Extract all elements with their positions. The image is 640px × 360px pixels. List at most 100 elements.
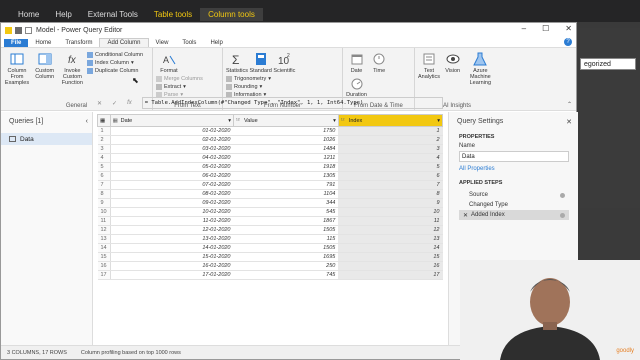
minimize-button[interactable]: –	[522, 24, 526, 33]
cell-value[interactable]: 1918	[233, 162, 339, 172]
rounding-button[interactable]: Rounding ▾	[226, 84, 271, 90]
cell-date[interactable]: 16-01-2020	[110, 261, 234, 271]
cell-index[interactable]: 9	[338, 198, 443, 208]
close-button[interactable]: ✕	[565, 24, 572, 33]
pbi-tab-column-tools[interactable]: Column tools	[200, 8, 263, 21]
cell-index[interactable]: 3	[338, 144, 443, 154]
cell-date[interactable]: 06-01-2020	[110, 171, 234, 181]
menu-tools[interactable]: Tools	[175, 39, 203, 47]
cell-date[interactable]: 02-01-2020	[110, 135, 234, 145]
pbi-tab-table-tools[interactable]: Table tools	[146, 8, 200, 21]
menu-help[interactable]: Help	[203, 39, 229, 47]
profiling-status[interactable]: Column profiling based on top 1000 rows	[81, 350, 181, 356]
cell-value[interactable]: 745	[233, 270, 339, 280]
summarization-dropdown[interactable]: egorized	[580, 58, 636, 70]
cell-date[interactable]: 09-01-2020	[110, 198, 234, 208]
maximize-button[interactable]: ☐	[542, 24, 549, 33]
conditional-column-button[interactable]: Conditional Column	[87, 52, 143, 58]
cancel-formula-icon[interactable]: ✕	[97, 100, 102, 107]
merge-columns-button[interactable]: Merge Columns	[156, 76, 203, 82]
time-button[interactable]: Time	[369, 52, 390, 74]
cell-date[interactable]: 07-01-2020	[110, 180, 234, 190]
collapse-queries-icon[interactable]: ‹	[86, 118, 88, 125]
trigonometry-button[interactable]: Trigonometry ▾	[226, 76, 271, 82]
select-all-corner[interactable]: ▦	[97, 114, 111, 127]
statistics-button[interactable]: Σ Statistics	[226, 52, 248, 74]
cell-value[interactable]: 1505	[233, 225, 339, 235]
gear-icon[interactable]	[560, 192, 565, 198]
duplicate-column-button[interactable]: Duplicate Column	[87, 68, 143, 74]
cell-value[interactable]: 1104	[233, 189, 339, 199]
cell-value[interactable]: 250	[233, 261, 339, 271]
custom-column-button[interactable]: Custom Column	[32, 52, 58, 80]
all-properties-link[interactable]: All Properties	[449, 162, 578, 172]
fx-icon[interactable]: fx	[127, 100, 132, 106]
table-row[interactable]: 14 14-01-2020 1505 14	[97, 243, 443, 253]
undo-icon[interactable]	[25, 26, 32, 34]
vision-button[interactable]: Vision	[442, 52, 464, 74]
cell-value[interactable]: 115	[233, 234, 339, 244]
save-icon[interactable]	[15, 26, 22, 34]
standard-button[interactable]: Standard	[250, 52, 272, 74]
help-question-icon[interactable]: ?	[564, 38, 572, 46]
cell-index[interactable]: 1	[338, 126, 443, 136]
cell-value[interactable]: 545	[233, 207, 339, 217]
cell-date[interactable]: 01-01-2020	[110, 126, 234, 136]
cell-value[interactable]: 791	[233, 180, 339, 190]
date-button[interactable]: Date	[346, 52, 367, 74]
cell-index[interactable]: 17	[338, 270, 443, 280]
cell-date[interactable]: 10-01-2020	[110, 207, 234, 217]
table-row[interactable]: 16 16-01-2020 250 16	[97, 261, 443, 271]
step-source[interactable]: Source	[459, 190, 569, 200]
invoke-custom-function-button[interactable]: fx Invoke Custom Function	[59, 52, 85, 86]
cell-date[interactable]: 11-01-2020	[110, 216, 234, 226]
cell-date[interactable]: 17-01-2020	[110, 270, 234, 280]
step-changed-type[interactable]: Changed Type	[459, 200, 569, 210]
delete-step-icon[interactable]: ✕	[463, 212, 468, 219]
table-row[interactable]: 5 05-01-2020 1918 5	[97, 162, 443, 172]
cell-index[interactable]: 12	[338, 225, 443, 235]
cell-date[interactable]: 05-01-2020	[110, 162, 234, 172]
cell-date[interactable]: 15-01-2020	[110, 252, 234, 262]
formula-input[interactable]: = Table.AddIndexColumn(#"Changed Type", …	[141, 97, 443, 109]
cell-index[interactable]: 16	[338, 261, 443, 271]
cell-date[interactable]: 08-01-2020	[110, 189, 234, 199]
collapse-ribbon-icon[interactable]: ⌃	[567, 101, 572, 108]
cell-date[interactable]: 03-01-2020	[110, 144, 234, 154]
table-row[interactable]: 11 11-01-2020 1867 11	[97, 216, 443, 226]
table-row[interactable]: 6 06-01-2020 1305 6	[97, 171, 443, 181]
pbi-tab-help[interactable]: Help	[47, 8, 79, 21]
query-item-data[interactable]: Data	[1, 133, 92, 145]
text-analytics-button[interactable]: Text Analytics	[418, 52, 440, 80]
cell-index[interactable]: 8	[338, 189, 443, 199]
column-from-examples-button[interactable]: Column From Examples	[4, 52, 30, 86]
cell-date[interactable]: 13-01-2020	[110, 234, 234, 244]
menu-transform[interactable]: Transform	[58, 39, 99, 47]
duration-button[interactable]: Duration	[346, 76, 367, 98]
table-row[interactable]: 9 09-01-2020 344 9	[97, 198, 443, 208]
gear-icon[interactable]	[560, 212, 565, 218]
close-settings-icon[interactable]: ✕	[566, 118, 572, 126]
table-row[interactable]: 10 10-01-2020 545 10	[97, 207, 443, 217]
column-header-value[interactable]: ¹² Value ▾	[233, 114, 339, 127]
cell-date[interactable]: 12-01-2020	[110, 225, 234, 235]
format-button[interactable]: A Format	[156, 52, 182, 74]
menu-view[interactable]: View	[149, 39, 176, 47]
cell-value[interactable]: 1211	[233, 153, 339, 163]
cell-index[interactable]: 14	[338, 243, 443, 253]
cell-value[interactable]: 1305	[233, 171, 339, 181]
menu-home[interactable]: Home	[28, 39, 58, 47]
cell-value[interactable]: 1695	[233, 252, 339, 262]
azure-ml-button[interactable]: Azure Machine Learning	[465, 52, 495, 86]
table-row[interactable]: 3 03-01-2020 1484 3	[97, 144, 443, 154]
table-row[interactable]: 13 13-01-2020 115 13	[97, 234, 443, 244]
cell-value[interactable]: 1505	[233, 243, 339, 253]
table-row[interactable]: 8 08-01-2020 1104 8	[97, 189, 443, 199]
confirm-formula-icon[interactable]: ✓	[112, 100, 117, 107]
index-column-button[interactable]: Index Column ▾	[87, 60, 143, 66]
table-row[interactable]: 12 12-01-2020 1505 12	[97, 225, 443, 235]
menu-file[interactable]: File	[4, 39, 29, 47]
cell-value[interactable]: 1750	[233, 126, 339, 136]
query-name-input[interactable]: Data	[459, 151, 569, 162]
cell-index[interactable]: 5	[338, 162, 443, 172]
